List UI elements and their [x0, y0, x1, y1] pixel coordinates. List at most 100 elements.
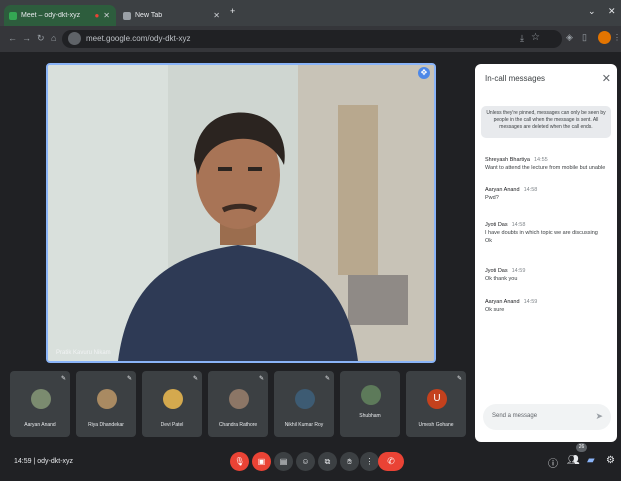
- participant-name: Nikhil Kumar Roy: [284, 422, 324, 428]
- participant-tile[interactable]: ✎ Aaryan Anand: [10, 371, 70, 437]
- back-icon[interactable]: ←: [8, 33, 17, 43]
- activities-icon[interactable]: ⚙: [606, 455, 615, 466]
- reload-icon[interactable]: ↻: [37, 33, 45, 44]
- mic-off-icon: ✎: [192, 376, 198, 382]
- mic-off-icon: ✎: [126, 376, 132, 382]
- avatar: [97, 389, 117, 409]
- chat-input-placeholder: Send a message: [492, 413, 538, 419]
- mic-toggle-button[interactable]: 🎙︎: [230, 452, 249, 471]
- participant-tile[interactable]: ✎ Riya Dhandekar: [76, 371, 136, 437]
- mic-off-icon: ✎: [258, 376, 264, 382]
- tab-meet[interactable]: Meet – ody-dkt-xyz ● ✕: [4, 5, 116, 26]
- message-text: I have doubts in which topic we are disc…: [485, 230, 598, 236]
- forward-icon[interactable]: →: [22, 33, 31, 43]
- message-sender: Aaryan Anand: [485, 187, 520, 193]
- avatar: [163, 389, 183, 409]
- chat-message: Jyoti Das 14:58 I have doubts in which to…: [485, 221, 609, 245]
- participant-name: Devi Patel: [160, 422, 184, 428]
- profile-avatar[interactable]: [598, 31, 611, 44]
- tab-title: New Tab: [135, 12, 163, 19]
- captions-button[interactable]: ▤: [274, 452, 293, 471]
- chat-message: Shreyash Bhartiya 14:55 Want to attend th…: [485, 156, 609, 172]
- mic-off-icon: ✎: [60, 376, 66, 382]
- avatar: [229, 389, 249, 409]
- more-options-button[interactable]: ⋮: [360, 452, 379, 471]
- message-text: Pwd?: [485, 195, 499, 201]
- mic-off-icon: ✎: [324, 376, 330, 382]
- message-time: 14:59: [511, 268, 526, 274]
- sidebar-icon[interactable]: ▯: [582, 32, 587, 43]
- clock-time: 14:59: [14, 458, 32, 465]
- chat-message: Aaryan Anand 14:58 Pwd?: [485, 186, 609, 202]
- chat-icon[interactable]: ▰: [587, 455, 595, 466]
- people-icon[interactable]: 👥︎: [567, 455, 580, 466]
- url-text: meet.google.com/ody-dkt-xyz: [86, 34, 191, 43]
- send-icon[interactable]: ➤: [595, 411, 603, 422]
- meet-favicon-icon: [9, 11, 17, 20]
- chat-message-input[interactable]: Send a message ➤: [483, 404, 611, 430]
- participant-count-badge: 26: [576, 443, 587, 452]
- avatar: [295, 389, 315, 409]
- new-tab-button[interactable]: +: [230, 6, 235, 16]
- download-icon[interactable]: ⤓: [520, 33, 524, 44]
- pin-icon[interactable]: ✥: [418, 67, 430, 79]
- participant-tile[interactable]: ✎ U Umesh Gohane: [406, 371, 466, 437]
- participant-tile[interactable]: ✎ Nikhil Kumar Roy: [274, 371, 334, 437]
- participant-name: Chandra Rathore: [218, 422, 258, 428]
- new-tab-favicon-icon: [123, 11, 131, 20]
- raise-hand-button[interactable]: ✋︎: [340, 452, 359, 471]
- participant-name: Aaryan Anand: [24, 422, 56, 428]
- message-sender: Aaryan Anand: [485, 299, 520, 305]
- message-text: Want to attend the lecture from mobile b…: [485, 165, 606, 171]
- message-sender: Jyoti Das: [485, 268, 508, 274]
- participant-name: Shubham: [359, 413, 381, 419]
- participant-tile[interactable]: ✎ Devi Patel: [142, 371, 202, 437]
- tab-title: Meet – ody-dkt-xyz: [21, 12, 81, 19]
- chat-message: Jyoti Das 14:59 Ok thank you: [485, 267, 609, 283]
- message-sender: Jyoti Das: [485, 222, 508, 228]
- panel-title: In-call messages: [485, 74, 546, 83]
- meeting-details-icon[interactable]: ⓘ: [548, 455, 558, 470]
- message-time: 14:58: [523, 187, 538, 193]
- speaker-name-label: Pratik Kavuru Nikam: [56, 350, 111, 356]
- mic-off-icon: ✎: [456, 376, 462, 382]
- participant-name: Umesh Gohane: [418, 422, 454, 428]
- chat-notice: Unless they're pinned, messages can only…: [481, 106, 611, 138]
- participant-name: Riya Dhandekar: [88, 422, 124, 428]
- message-text: Ok sure: [485, 307, 505, 313]
- present-screen-button[interactable]: ⧉: [318, 452, 337, 471]
- bookmark-star-icon[interactable]: ☆: [531, 32, 540, 43]
- home-icon[interactable]: ⌂: [51, 33, 56, 43]
- message-time: 14:59: [523, 299, 538, 305]
- extension-icon[interactable]: ◈: [566, 32, 573, 43]
- message-text: Ok thank you: [485, 276, 518, 282]
- avatar: [361, 385, 381, 405]
- tab-new-tab[interactable]: New Tab ✕: [118, 5, 226, 26]
- avatar: U: [427, 389, 447, 409]
- message-text: Ok: [485, 238, 493, 244]
- participant-tile[interactable]: ✎ Chandra Rathore: [208, 371, 268, 437]
- recording-icon: ●: [94, 11, 100, 20]
- in-call-messages-panel: In-call messages ✕ Unless they're pinned…: [475, 64, 617, 442]
- meeting-code: ody-dkt-xyz: [37, 458, 74, 465]
- participant-tile[interactable]: Shubham: [340, 371, 400, 437]
- close-panel-icon[interactable]: ✕: [602, 72, 611, 85]
- speaker-video-frame: [48, 65, 434, 361]
- avatar: [31, 389, 51, 409]
- meeting-info: 14:59 | ody-dkt-xyz: [14, 458, 73, 465]
- browser-menu-icon[interactable]: ⋮: [613, 33, 621, 42]
- close-tab-icon[interactable]: ✕: [103, 11, 110, 20]
- site-info-icon[interactable]: [68, 32, 81, 45]
- close-tab-icon[interactable]: ✕: [213, 11, 220, 20]
- message-time: 14:55: [533, 157, 548, 163]
- main-video-tile[interactable]: Pratik Kavuru Nikam: [46, 63, 436, 363]
- chat-message: Aaryan Anand 14:59 Ok sure: [485, 298, 609, 314]
- reactions-button[interactable]: ☺: [296, 452, 315, 471]
- end-call-button[interactable]: ✆: [378, 452, 404, 471]
- minimize-icon[interactable]: ⌄: [588, 6, 596, 17]
- omnibox[interactable]: meet.google.com/ody-dkt-xyz ⤓ ☆: [62, 30, 562, 48]
- camera-toggle-button[interactable]: ▣: [252, 452, 271, 471]
- message-time: 14:58: [511, 222, 526, 228]
- message-sender: Shreyash Bhartiya: [485, 157, 530, 163]
- close-window-icon[interactable]: ✕: [608, 6, 616, 17]
